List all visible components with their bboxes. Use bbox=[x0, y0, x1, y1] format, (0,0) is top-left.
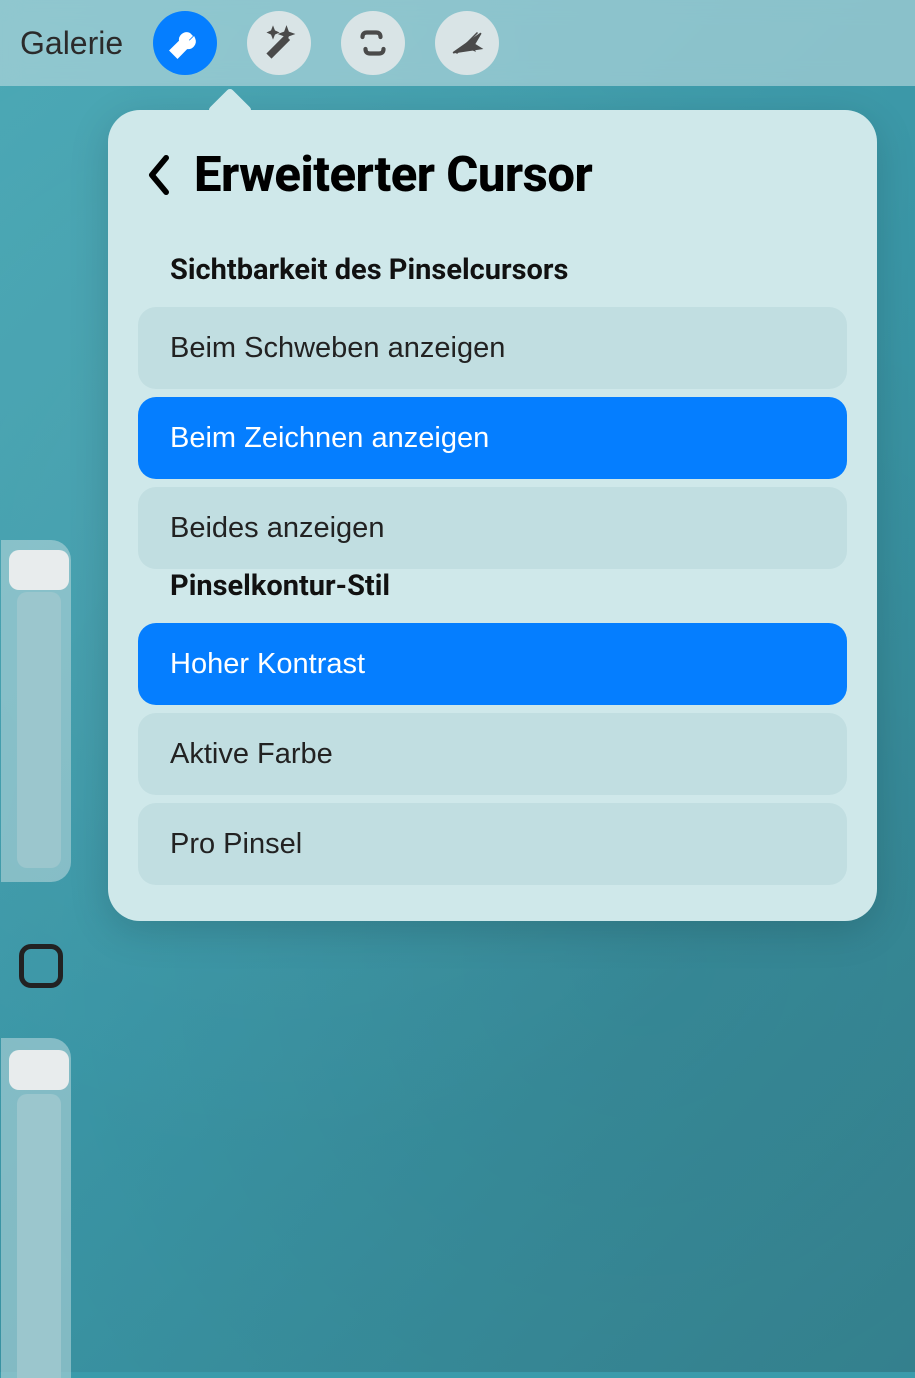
selection-icon bbox=[355, 25, 391, 61]
section-title-visibility: Sichtbarkeit des Pinselcursors bbox=[138, 253, 847, 287]
magic-wand-icon bbox=[261, 25, 297, 61]
option-active-color[interactable]: Aktive Farbe bbox=[138, 713, 847, 795]
option-show-both[interactable]: Beides anzeigen bbox=[138, 487, 847, 569]
option-per-brush[interactable]: Pro Pinsel bbox=[138, 803, 847, 885]
transform-tool-button[interactable] bbox=[435, 11, 499, 75]
option-list-visibility: Beim Schweben anzeigen Beim Zeichnen anz… bbox=[138, 307, 847, 569]
slider-fill bbox=[17, 1094, 61, 1378]
slider-fill bbox=[17, 592, 61, 868]
side-controls bbox=[0, 540, 82, 1378]
brush-size-slider[interactable] bbox=[1, 540, 71, 882]
option-high-contrast[interactable]: Hoher Kontrast bbox=[138, 623, 847, 705]
back-button[interactable] bbox=[146, 155, 172, 195]
chevron-left-icon bbox=[146, 155, 172, 195]
popover-title: Erweiterter Cursor bbox=[194, 146, 592, 203]
wrench-icon bbox=[167, 25, 203, 61]
selection-tool-button[interactable] bbox=[341, 11, 405, 75]
gallery-button[interactable]: Galerie bbox=[20, 25, 123, 62]
option-show-on-draw[interactable]: Beim Zeichnen anzeigen bbox=[138, 397, 847, 479]
slider-thumb[interactable] bbox=[9, 550, 69, 590]
brush-opacity-slider[interactable] bbox=[1, 1038, 71, 1378]
section-outline-style: Pinselkontur-Stil Hoher Kontrast Aktive … bbox=[138, 569, 847, 885]
actions-tool-button[interactable] bbox=[153, 11, 217, 75]
option-show-on-hover[interactable]: Beim Schweben anzeigen bbox=[138, 307, 847, 389]
top-toolbar: Galerie bbox=[0, 0, 915, 86]
popover-header: Erweiterter Cursor bbox=[138, 146, 847, 203]
section-visibility: Sichtbarkeit des Pinselcursors Beim Schw… bbox=[138, 253, 847, 569]
modify-button[interactable] bbox=[19, 944, 63, 988]
adjustments-tool-button[interactable] bbox=[247, 11, 311, 75]
settings-popover: Erweiterter Cursor Sichtbarkeit des Pins… bbox=[108, 110, 877, 921]
option-list-outline-style: Hoher Kontrast Aktive Farbe Pro Pinsel bbox=[138, 623, 847, 885]
section-title-outline-style: Pinselkontur-Stil bbox=[138, 569, 847, 603]
slider-thumb[interactable] bbox=[9, 1050, 69, 1090]
arrow-pointer-icon bbox=[449, 25, 485, 61]
